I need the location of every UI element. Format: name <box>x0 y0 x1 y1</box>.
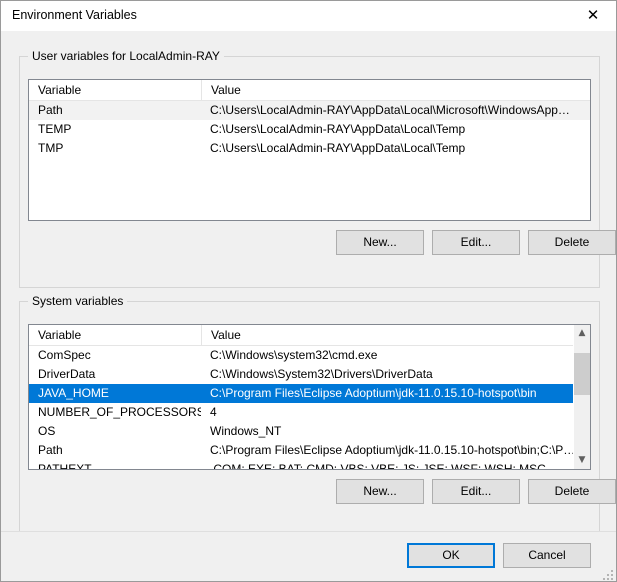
table-row[interactable]: ComSpecC:\Windows\system32\cmd.exe <box>29 346 590 365</box>
title-bar: Environment Variables ✕ <box>1 1 616 31</box>
user-delete-button[interactable]: Delete <box>528 230 616 255</box>
system-row-variable: ComSpec <box>29 346 201 365</box>
table-row[interactable]: JAVA_HOMEC:\Program Files\Eclipse Adopti… <box>29 384 590 403</box>
system-row-value: C:\Windows\system32\cmd.exe <box>201 346 590 365</box>
table-row[interactable]: PATHEXT.COM;.EXE;.BAT;.CMD;.VBS;.VBE;.JS… <box>29 460 590 470</box>
system-row-value: C:\Program Files\Eclipse Adoptium\jdk-11… <box>201 441 590 460</box>
system-list-scrollbar[interactable]: ▲ ▼ <box>573 325 590 469</box>
system-row-variable: Path <box>29 441 201 460</box>
resize-grip[interactable] <box>601 568 613 580</box>
system-row-value: .COM;.EXE;.BAT;.CMD;.VBS;.VBE;.JS;.JSE;.… <box>201 460 590 470</box>
table-row[interactable]: TMPC:\Users\LocalAdmin-RAY\AppData\Local… <box>29 139 590 158</box>
system-row-value: C:\Windows\System32\Drivers\DriverData <box>201 365 590 384</box>
table-row[interactable]: PathC:\Users\LocalAdmin-RAY\AppData\Loca… <box>29 101 590 120</box>
system-row-variable: DriverData <box>29 365 201 384</box>
system-column-header-value[interactable]: Value <box>201 325 590 345</box>
system-row-value: Windows_NT <box>201 422 590 441</box>
system-row-variable: PATHEXT <box>29 460 201 470</box>
user-edit-button[interactable]: Edit... <box>432 230 520 255</box>
system-row-variable: OS <box>29 422 201 441</box>
table-row[interactable]: DriverDataC:\Windows\System32\Drivers\Dr… <box>29 365 590 384</box>
cancel-button[interactable]: Cancel <box>503 543 591 568</box>
chevron-down-icon[interactable]: ▼ <box>574 452 590 469</box>
system-variables-group: System variables Variable Value ComSpecC… <box>19 301 600 535</box>
system-row-value: C:\Program Files\Eclipse Adoptium\jdk-11… <box>201 384 590 403</box>
system-row-variable: JAVA_HOME <box>29 384 201 403</box>
system-list-header: Variable Value <box>29 325 590 346</box>
system-list-body: ComSpecC:\Windows\system32\cmd.exeDriver… <box>29 346 590 470</box>
ok-button[interactable]: OK <box>407 543 495 568</box>
user-row-value: C:\Users\LocalAdmin-RAY\AppData\Local\Te… <box>201 139 590 158</box>
close-icon: ✕ <box>587 8 600 23</box>
user-row-variable: Path <box>29 101 201 120</box>
user-variables-group: User variables for LocalAdmin-RAY Variab… <box>19 56 600 288</box>
user-row-variable: TEMP <box>29 120 201 139</box>
dialog-footer: OK Cancel <box>1 531 616 582</box>
table-row[interactable]: PathC:\Program Files\Eclipse Adoptium\jd… <box>29 441 590 460</box>
system-variables-list[interactable]: Variable Value ComSpecC:\Windows\system3… <box>28 324 591 470</box>
user-column-header-variable[interactable]: Variable <box>29 80 201 100</box>
user-new-button[interactable]: New... <box>336 230 424 255</box>
environment-variables-dialog: Environment Variables ✕ User variables f… <box>0 0 617 582</box>
user-column-header-value[interactable]: Value <box>201 80 590 100</box>
system-column-header-variable[interactable]: Variable <box>29 325 201 345</box>
user-row-value: C:\Users\LocalAdmin-RAY\AppData\Local\Te… <box>201 120 590 139</box>
system-row-variable: NUMBER_OF_PROCESSORS <box>29 403 201 422</box>
user-row-value: C:\Users\LocalAdmin-RAY\AppData\Local\Mi… <box>201 101 590 120</box>
table-row[interactable]: TEMPC:\Users\LocalAdmin-RAY\AppData\Loca… <box>29 120 590 139</box>
system-delete-button[interactable]: Delete <box>528 479 616 504</box>
user-list-header: Variable Value <box>29 80 590 101</box>
system-row-value: 4 <box>201 403 590 422</box>
user-variables-list[interactable]: Variable Value PathC:\Users\LocalAdmin-R… <box>28 79 591 221</box>
close-button[interactable]: ✕ <box>570 1 616 30</box>
user-list-body: PathC:\Users\LocalAdmin-RAY\AppData\Loca… <box>29 101 590 158</box>
user-row-variable: TMP <box>29 139 201 158</box>
system-variables-legend: System variables <box>28 294 127 308</box>
window-title: Environment Variables <box>12 8 137 22</box>
dialog-client-area: User variables for LocalAdmin-RAY Variab… <box>1 31 616 582</box>
table-row[interactable]: NUMBER_OF_PROCESSORS4 <box>29 403 590 422</box>
system-new-button[interactable]: New... <box>336 479 424 504</box>
scrollbar-thumb[interactable] <box>574 353 590 395</box>
user-variables-legend: User variables for LocalAdmin-RAY <box>28 49 224 63</box>
chevron-up-icon[interactable]: ▲ <box>574 325 590 342</box>
system-edit-button[interactable]: Edit... <box>432 479 520 504</box>
table-row[interactable]: OSWindows_NT <box>29 422 590 441</box>
